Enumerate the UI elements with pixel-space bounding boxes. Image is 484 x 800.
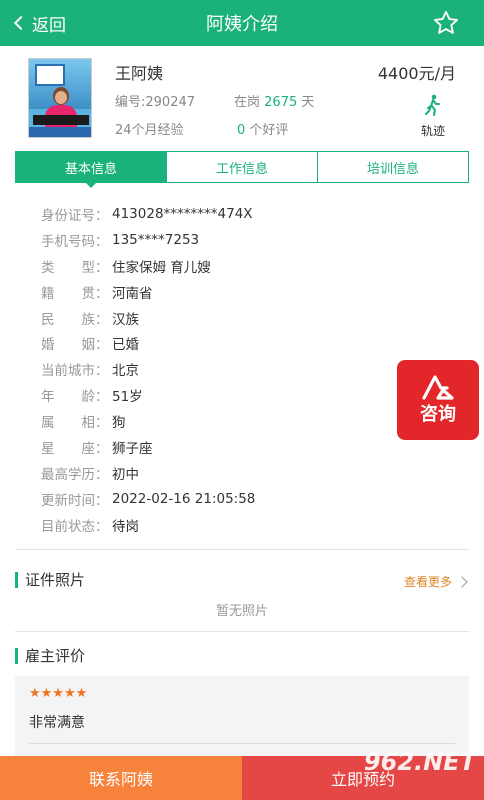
- caregiver-id: 编号:290247: [115, 95, 196, 110]
- page-title: 阿姨介绍: [206, 14, 278, 35]
- track-label: 轨迹: [420, 124, 445, 138]
- divider: [15, 631, 469, 632]
- reviews-title: 雇主评价: [15, 648, 85, 664]
- experience: 24个月经验: [115, 123, 184, 138]
- consult-button[interactable]: 咨询: [397, 360, 479, 440]
- info-row-hometown: 籍 贯： 河南省: [41, 285, 153, 302]
- view-more-link[interactable]: 查看更多: [404, 573, 468, 590]
- tab-training-info[interactable]: 培训信息: [318, 152, 468, 182]
- review-text: 非常满意: [29, 715, 85, 731]
- favorite-star-icon[interactable]: [432, 9, 460, 37]
- profile-card: 王阿姨 4400元/月 编号:290247 在岗 2675 天 24个月经验 0…: [0, 46, 484, 152]
- salary: 4400元/月: [377, 64, 456, 83]
- avatar[interactable]: [28, 58, 92, 138]
- info-tabs: 基本信息 工作信息 培训信息: [15, 151, 469, 188]
- info-row-type: 类 型： 住家保姆 育儿嫂: [41, 259, 211, 276]
- info-row-phone: 手机号码： 135****7253: [41, 231, 200, 250]
- info-row-id-card: 身份证号： 413028********474X: [41, 205, 253, 224]
- info-row-marital: 婚 姻： 已婚: [41, 337, 139, 354]
- divider: [29, 743, 455, 744]
- info-row-status: 目前状态： 待岗: [41, 518, 139, 535]
- no-photo-text: 暂无照片: [215, 604, 268, 619]
- caregiver-name: 王阿姨: [115, 64, 164, 83]
- info-row-constellation: 星 座： 狮子座: [41, 440, 153, 457]
- chevron-right-icon: [456, 575, 468, 588]
- certificates-title: 证件照片: [15, 572, 85, 588]
- top-bar: 返回 阿姨介绍: [0, 0, 484, 46]
- info-row-city: 当前城市： 北京: [41, 363, 139, 380]
- info-row-zodiac: 属 相：狗: [41, 415, 126, 432]
- contact-button[interactable]: 联系阿姨: [0, 756, 242, 800]
- info-row-education: 最高学历： 初中: [41, 466, 139, 483]
- consult-label: 咨询: [420, 404, 456, 425]
- info-row-updated: 更新时间： 2022-02-16 21:05:58: [41, 490, 256, 509]
- onjob-days: 在岗 2675 天: [234, 95, 315, 110]
- watermark: 962.NET: [363, 748, 476, 776]
- walking-person-icon: [425, 94, 440, 116]
- good-reviews: 0 个好评: [237, 123, 289, 138]
- info-row-ethnicity: 民 族： 汉族: [41, 311, 139, 328]
- tab-work-info[interactable]: 工作信息: [167, 152, 318, 182]
- basic-info-list: 身份证号： 413028********474X 手机号码： 135****7253…: [41, 201, 361, 538]
- rating-stars: ★★★★★: [29, 686, 88, 701]
- info-row-age: 年 龄： 51岁: [41, 389, 143, 406]
- consult-logo-icon: [422, 375, 454, 400]
- divider: [15, 549, 469, 550]
- track-button[interactable]: 轨迹: [414, 94, 452, 139]
- tab-basic-info[interactable]: 基本信息: [16, 152, 167, 188]
